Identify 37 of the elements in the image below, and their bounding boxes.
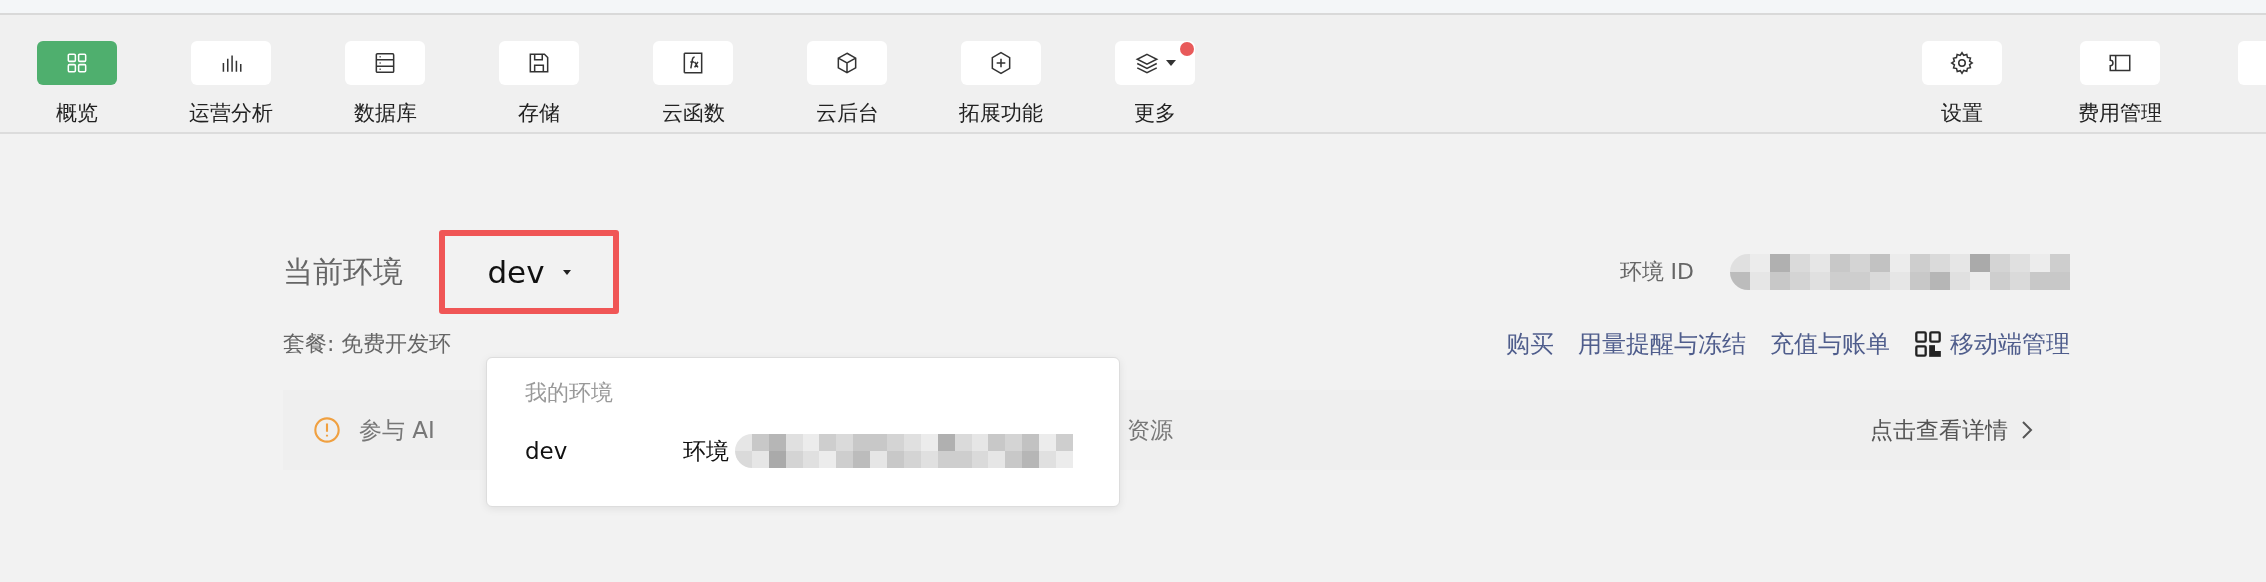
toolbar-button[interactable] [653, 41, 733, 85]
link[interactable]: 购买 [1506, 328, 1554, 360]
toolbar-button[interactable] [1115, 41, 1195, 85]
toolbar-label: 运营分析 [189, 100, 273, 127]
notice-text: 资源 [1126, 415, 1173, 445]
toolbar-label: 数据库 [353, 100, 417, 127]
toolbar-button[interactable] [961, 41, 1041, 85]
environment-id-label: 环境 ID [1619, 258, 1694, 286]
link[interactable]: 用量提醒与冻结 [1578, 328, 1746, 360]
toolbar-button[interactable] [807, 41, 887, 85]
link[interactable]: 充值与账单 [1770, 328, 1890, 360]
details-link[interactable]: 点击查看详情 [1870, 414, 2034, 446]
toolbar-label: 设置 [1941, 100, 1983, 127]
gear-icon [1949, 50, 1975, 76]
warning-icon [313, 416, 341, 444]
toolbar-label: 存储 [518, 100, 560, 127]
toolbar-label: 概览 [56, 100, 98, 127]
environment-label: 当前环境 [283, 252, 403, 291]
environment-selector[interactable]: dev [439, 230, 619, 314]
qr-code-icon [1914, 330, 1942, 358]
toolbar-label: 费用管理 [2078, 100, 2162, 127]
link[interactable]: 移动端管理 [1914, 328, 2070, 360]
toolbar-label: 云函数 [661, 100, 725, 127]
toolbar-label: 拓展功能 [959, 100, 1043, 127]
chevron-right-icon [2020, 419, 2034, 441]
toolbar-button[interactable] [1922, 41, 2002, 85]
caret-icon [562, 269, 571, 275]
option-detail: 环境 [683, 436, 729, 466]
toolbar-label: 更多 [1134, 100, 1176, 127]
toolbar-button[interactable] [2080, 41, 2160, 85]
environment-option[interactable]: dev [525, 438, 683, 464]
dropdown-header: 我的环境 [525, 379, 614, 407]
plan-text: 套餐: 免费开发环 [283, 330, 452, 358]
toolbar-label: 云后台 [815, 100, 879, 127]
toolbar-button[interactable] [499, 41, 579, 85]
notice-text: 参与 AI [359, 415, 435, 445]
toolbar-button[interactable] [345, 41, 425, 85]
